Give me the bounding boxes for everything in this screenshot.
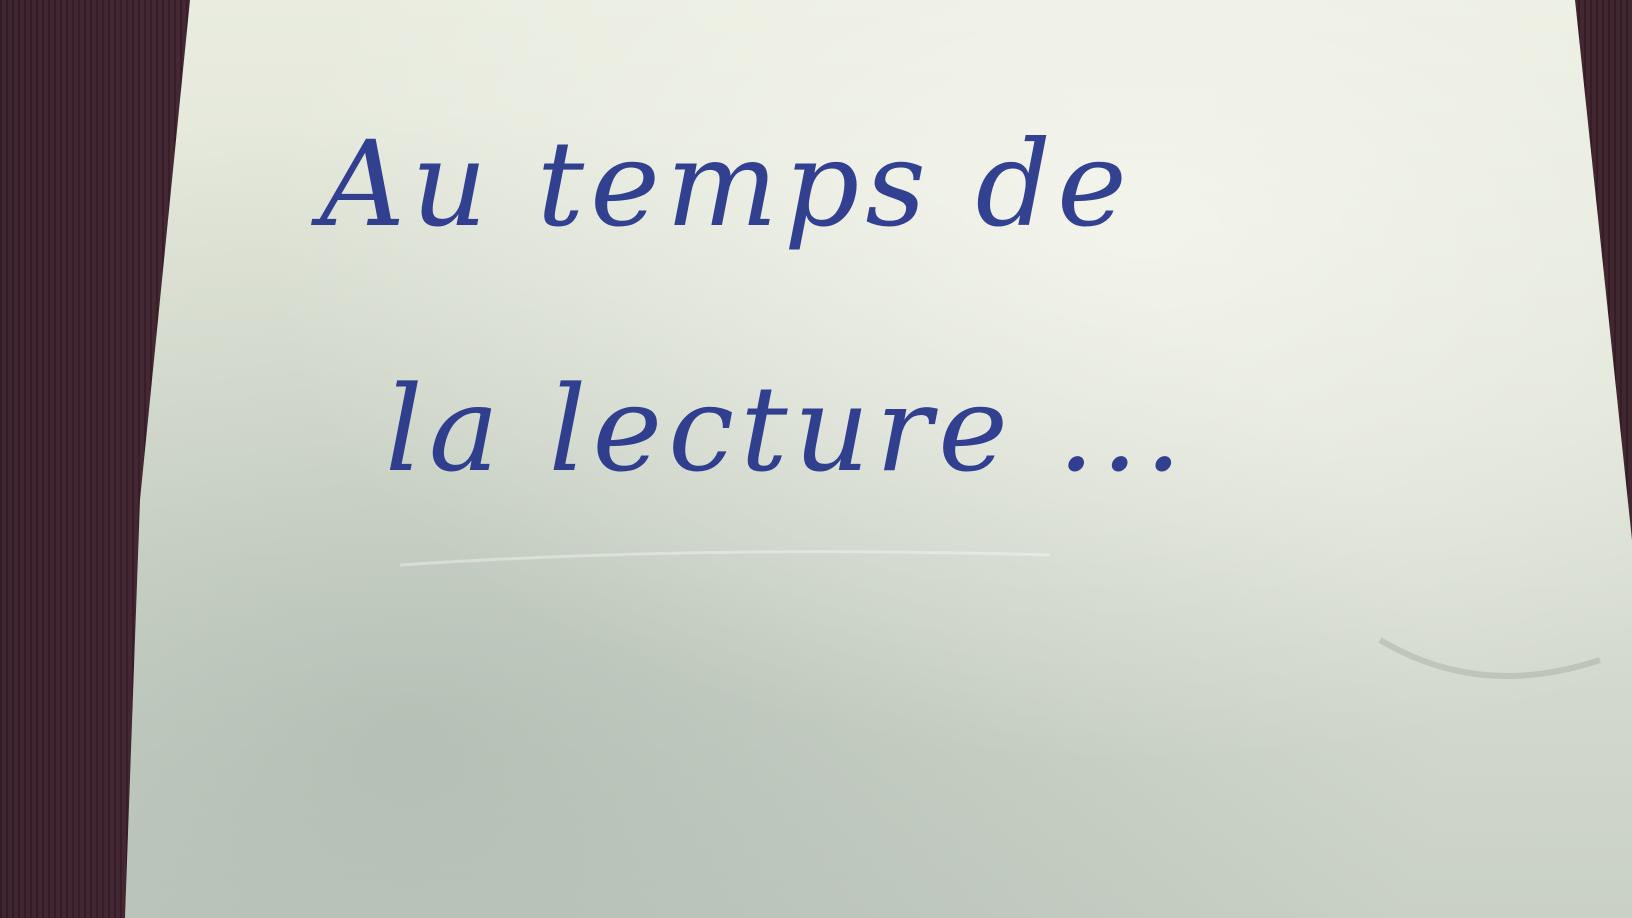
handwritten-line-2: la lecture ... <box>385 360 1188 498</box>
handwritten-line-1: Au temps de <box>320 115 1133 253</box>
photo-scene: Au temps de la lecture ... <box>0 0 1632 918</box>
